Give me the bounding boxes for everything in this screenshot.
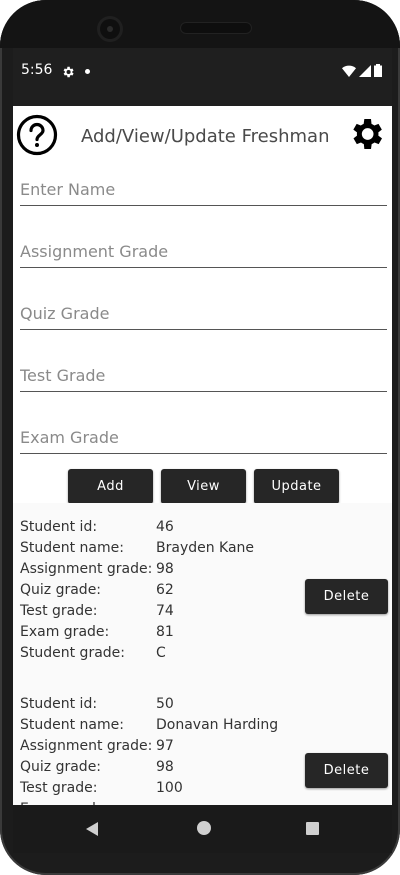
name-label: Student name: [20, 540, 124, 556]
student-list: Student id: 46 Student name: Brayden Kan… [13, 503, 392, 805]
exam-value: 81 [156, 624, 174, 640]
test-value: 74 [156, 603, 174, 619]
recents-icon[interactable] [306, 822, 319, 835]
app-screen: Add/View/Update Freshman Add View Update… [13, 106, 392, 805]
phone-frame: 5:56 Add/View/Update Freshman Enter Name… [0, 0, 400, 875]
front-camera [100, 19, 120, 39]
app-header: Add/View/Update Freshman [13, 106, 392, 164]
delete-button[interactable]: Delete [305, 753, 388, 788]
help-icon[interactable] [16, 114, 58, 156]
id-value: 50 [156, 696, 174, 712]
wifi-icon [342, 65, 356, 77]
name-value: Brayden Kane [156, 540, 255, 556]
assignment-value: 98 [156, 561, 174, 577]
back-icon[interactable] [86, 822, 98, 836]
grade-label: Student grade: [20, 645, 125, 661]
page-title: Add/View/Update Freshman [81, 126, 330, 147]
settings-notification-icon [63, 66, 74, 78]
system-nav-bar [13, 805, 392, 853]
quiz-label: Quiz grade: [20, 582, 102, 598]
assignment-label: Assignment grade: [20, 738, 153, 754]
exam-label: Exam grade: [20, 624, 110, 640]
test-value: 100 [156, 780, 183, 796]
test-label: Test grade: [20, 780, 98, 796]
top-bezel [0, 0, 400, 48]
grade-value: C [156, 645, 166, 661]
quiz-value: 98 [156, 759, 174, 775]
assignment-label: Assignment grade: [20, 561, 153, 577]
delete-button[interactable]: Delete [305, 579, 388, 614]
view-button[interactable]: View [161, 469, 246, 504]
exam-grade-input[interactable] [20, 423, 387, 454]
id-label: Student id: [20, 519, 98, 535]
quiz-value: 62 [156, 582, 174, 598]
quiz-grade-input[interactable] [20, 299, 387, 330]
battery-icon [374, 64, 382, 77]
quiz-label: Quiz grade: [20, 759, 102, 775]
assignment-grade-input[interactable] [20, 237, 387, 268]
status-time: 5:56 [21, 62, 53, 78]
gear-icon[interactable] [346, 114, 386, 154]
id-value: 46 [156, 519, 174, 535]
home-icon[interactable] [197, 821, 211, 835]
update-button[interactable]: Update [254, 469, 339, 504]
status-bar: 5:56 [13, 48, 392, 106]
name-label: Student name: [20, 717, 124, 733]
name-input[interactable] [20, 175, 387, 206]
name-value: Donavan Harding [156, 717, 279, 733]
cell-signal-icon [359, 64, 371, 77]
earpiece-speaker [180, 22, 252, 34]
assignment-value: 97 [156, 738, 174, 754]
add-button[interactable]: Add [68, 469, 153, 504]
test-grade-input[interactable] [20, 361, 387, 392]
id-label: Student id: [20, 696, 98, 712]
notification-dot-icon [85, 69, 90, 74]
status-icons [342, 64, 382, 77]
test-label: Test grade: [20, 603, 98, 619]
